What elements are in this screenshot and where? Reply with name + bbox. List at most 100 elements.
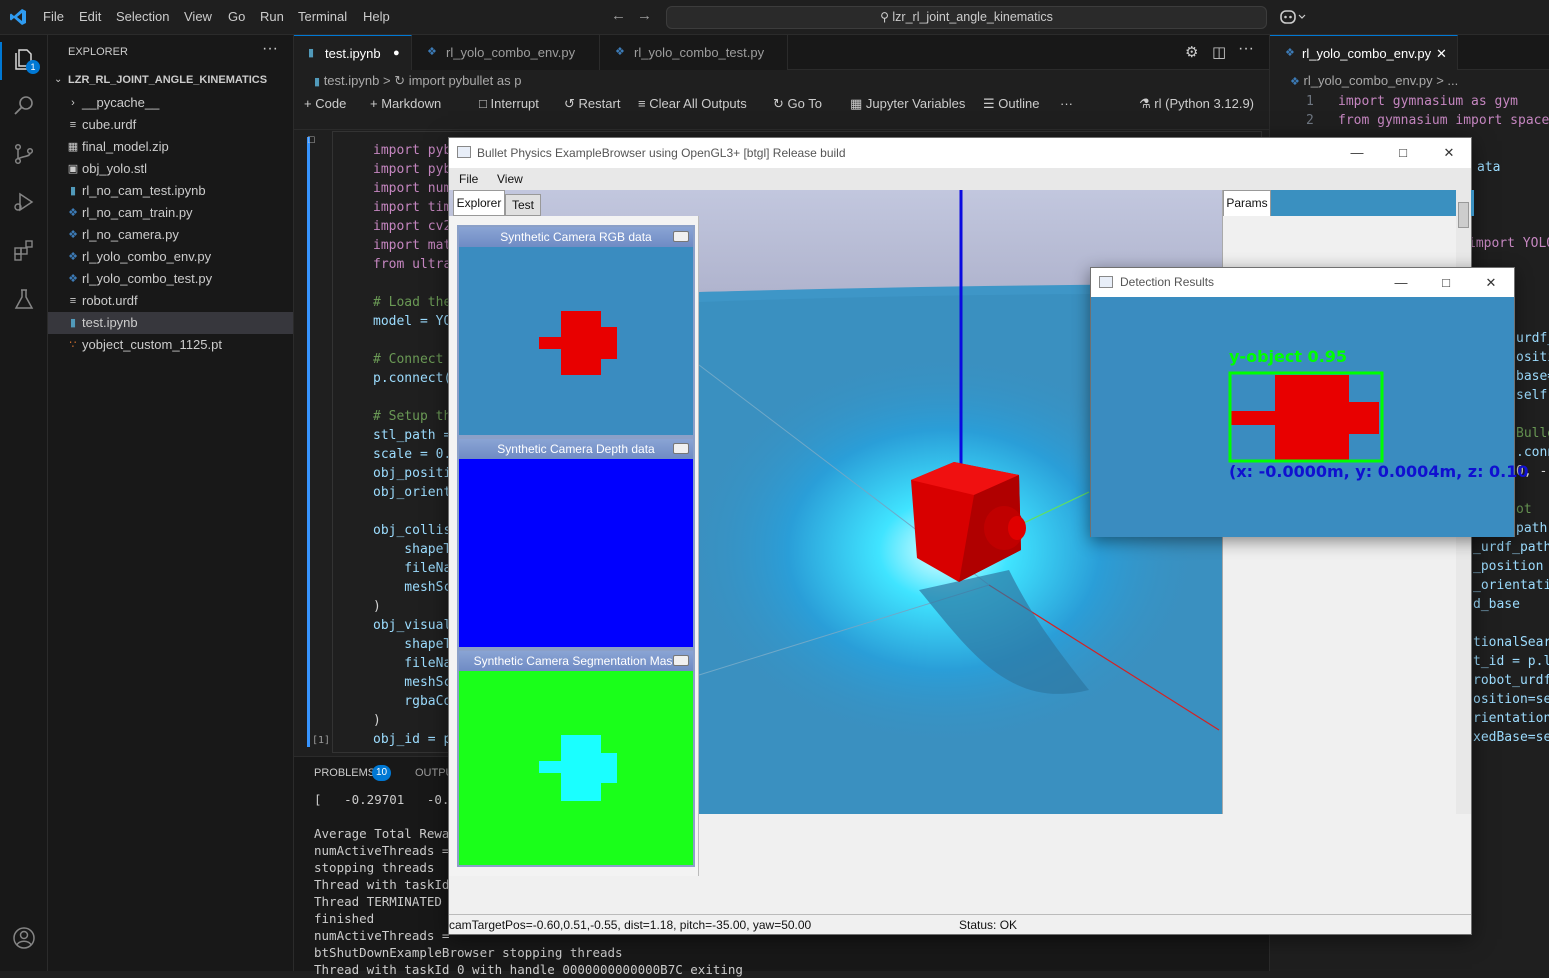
code-fragment[interactable]: urdf_ bbox=[1516, 329, 1549, 348]
code-fragment[interactable]: _urdf_path bbox=[1473, 538, 1549, 557]
interrupt-button[interactable]: □ Interrupt bbox=[479, 96, 539, 111]
minimize-icon[interactable] bbox=[673, 655, 689, 666]
code-line[interactable]: rgbaCo bbox=[373, 692, 451, 711]
testing-flask-icon[interactable] bbox=[12, 287, 36, 311]
code-line[interactable]: scale = 0. bbox=[373, 445, 451, 464]
more-actions-icon[interactable]: ··· bbox=[1238, 40, 1254, 58]
bullet-menu-view[interactable]: View bbox=[497, 172, 523, 186]
code-fragment[interactable]: osition=sel bbox=[1473, 690, 1549, 709]
code-fragment[interactable]: _position bbox=[1473, 557, 1543, 576]
split-editor-icon[interactable]: ◫ bbox=[1212, 43, 1226, 61]
tab-rl-yolo-combo-test[interactable]: ❖ rl_yolo_combo_test.py bbox=[600, 35, 788, 70]
clear-outputs-button[interactable]: ≡ Clear All Outputs bbox=[638, 96, 747, 111]
tab-test-ipynb[interactable]: ▮ test.ipynb ● bbox=[294, 35, 412, 70]
tree-item-rl-yolo-combo-test[interactable]: ❖ rl_yolo_combo_test.py bbox=[48, 268, 293, 290]
code-fragment[interactable]: tionalSearc bbox=[1473, 633, 1549, 652]
tree-item-cube-urdf[interactable]: ≡ cube.urdf bbox=[48, 114, 293, 136]
kernel-picker[interactable]: ⚗ rl (Python 3.12.9) bbox=[1139, 96, 1254, 112]
code-line[interactable]: import mat bbox=[373, 236, 451, 255]
rgb-camera-window[interactable]: Synthetic Camera RGB data bbox=[457, 225, 695, 437]
code-line[interactable]: ) bbox=[373, 597, 381, 616]
menu-selection[interactable]: Selection bbox=[116, 9, 169, 24]
source-control-icon[interactable] bbox=[12, 142, 36, 166]
code-line-2[interactable]: from gymnasium import spaces bbox=[1338, 111, 1549, 130]
code-fragment[interactable]: base= bbox=[1516, 367, 1549, 386]
code-fragment[interactable]: ata bbox=[1477, 158, 1500, 177]
tree-item-pycache[interactable]: › __pycache__ bbox=[48, 92, 293, 114]
code-line-1[interactable]: import gymnasium as gym bbox=[1338, 92, 1518, 111]
code-fragment[interactable]: d_base bbox=[1473, 595, 1520, 614]
code-fragment[interactable]: ot bbox=[1516, 500, 1532, 519]
minimize-icon[interactable] bbox=[673, 231, 689, 242]
tree-item-final-model[interactable]: ▦ final_model.zip bbox=[48, 136, 293, 158]
menu-terminal[interactable]: Terminal bbox=[298, 9, 347, 24]
forward-arrow-icon[interactable]: → bbox=[637, 7, 652, 24]
depth-camera-window[interactable]: Synthetic Camera Depth data bbox=[457, 437, 695, 649]
copilot-icon[interactable] bbox=[1280, 9, 1306, 25]
code-fragment[interactable]: robot_urdf_ bbox=[1473, 671, 1549, 690]
code-fragment[interactable]: Bulle bbox=[1516, 424, 1549, 443]
minimize-icon[interactable]: — bbox=[1379, 268, 1423, 297]
code-fragment[interactable]: _orientatio bbox=[1473, 576, 1549, 595]
menu-view[interactable]: View bbox=[184, 9, 212, 24]
code-line[interactable]: fileNa bbox=[373, 559, 451, 578]
tab-test[interactable]: Test bbox=[505, 194, 541, 216]
code-line[interactable]: import pyb bbox=[373, 160, 451, 179]
code-line[interactable]: stl_path = bbox=[373, 426, 451, 445]
tree-item-rl-no-cam-test[interactable]: ▮ rl_no_cam_test.ipynb bbox=[48, 180, 293, 202]
settings-gear-icon[interactable]: ⚙ bbox=[1185, 43, 1198, 61]
code-line[interactable]: import pyb bbox=[373, 141, 451, 160]
menu-edit[interactable]: Edit bbox=[79, 9, 101, 24]
code-line[interactable]: meshSc bbox=[373, 673, 451, 692]
code-line[interactable]: import tim bbox=[373, 198, 451, 217]
extensions-icon[interactable] bbox=[12, 238, 36, 262]
tab-rl-yolo-combo-env[interactable]: ❖ rl_yolo_combo_env.py ✕ bbox=[1270, 35, 1458, 70]
tab-explorer[interactable]: Explorer bbox=[453, 190, 505, 216]
code-line[interactable]: fileNa bbox=[373, 654, 451, 673]
breadcrumb-file[interactable]: test.ipynb bbox=[324, 73, 380, 88]
code-line[interactable]: obj_positi bbox=[373, 464, 451, 483]
more-actions-icon[interactable]: ··· bbox=[262, 40, 278, 58]
tree-item-yobject-custom[interactable]: ∵ yobject_custom_1125.pt bbox=[48, 334, 293, 356]
code-fragment[interactable]: self) bbox=[1516, 386, 1549, 405]
code-fragment[interactable]: t_id = p.lo bbox=[1473, 652, 1549, 671]
add-code-button[interactable]: + Code bbox=[304, 96, 346, 111]
code-line[interactable]: meshSc bbox=[373, 578, 451, 597]
maximize-icon[interactable]: □ bbox=[1424, 268, 1468, 297]
breadcrumb-path[interactable]: rl_yolo_combo_env.py > ... bbox=[1304, 73, 1459, 88]
code-line[interactable]: shapeT bbox=[373, 540, 451, 559]
outline-button[interactable]: ☰ Outline bbox=[983, 96, 1039, 112]
code-line[interactable]: # Load the bbox=[373, 293, 451, 312]
close-icon[interactable]: ✕ bbox=[1427, 138, 1471, 168]
jupyter-variables-button[interactable]: ▦ Jupyter Variables bbox=[850, 96, 965, 112]
bullet-menu-file[interactable]: File bbox=[459, 172, 478, 186]
workspace-root[interactable]: ⌄ LZR_RL_JOINT_ANGLE_KINEMATICS bbox=[48, 69, 293, 91]
code-line[interactable]: shapeT bbox=[373, 635, 451, 654]
goto-button[interactable]: ↻ Go To bbox=[773, 96, 822, 112]
code-line[interactable]: p.connect( bbox=[373, 369, 451, 388]
code-line[interactable]: obj_visual bbox=[373, 616, 451, 635]
tab-params[interactable]: Params bbox=[1223, 190, 1271, 216]
bullet-title-bar[interactable]: Bullet Physics ExampleBrowser using Open… bbox=[449, 138, 1471, 168]
close-icon[interactable]: ✕ bbox=[1469, 268, 1513, 297]
maximize-icon[interactable]: □ bbox=[1381, 138, 1425, 168]
menu-go[interactable]: Go bbox=[228, 9, 245, 24]
add-markdown-button[interactable]: + Markdown bbox=[370, 96, 441, 111]
code-line[interactable]: obj_id = p bbox=[373, 730, 451, 749]
code-fragment[interactable]: .conn bbox=[1516, 443, 1549, 462]
code-line[interactable]: import cv2 bbox=[373, 217, 451, 236]
tab-rl-yolo-combo-env[interactable]: ❖ rl_yolo_combo_env.py bbox=[412, 35, 600, 70]
code-fragment[interactable]: ositi bbox=[1516, 348, 1549, 367]
code-fragment[interactable]: import YOLO bbox=[1468, 234, 1549, 253]
menu-run[interactable]: Run bbox=[260, 9, 284, 24]
code-fragment[interactable]: xedBase=sel bbox=[1473, 728, 1549, 747]
close-icon[interactable]: ✕ bbox=[1436, 36, 1447, 71]
code-line[interactable]: model = YO bbox=[373, 312, 451, 331]
code-line[interactable]: obj_collis bbox=[373, 521, 451, 540]
code-line[interactable]: # Setup th bbox=[373, 407, 451, 426]
run-debug-icon[interactable] bbox=[12, 190, 36, 214]
tree-item-obj-yolo[interactable]: ▣ obj_yolo.stl bbox=[48, 158, 293, 180]
dirty-dot-icon[interactable]: ● bbox=[393, 36, 400, 71]
back-arrow-icon[interactable]: ← bbox=[611, 7, 626, 24]
code-line[interactable]: # Connect bbox=[373, 350, 443, 369]
